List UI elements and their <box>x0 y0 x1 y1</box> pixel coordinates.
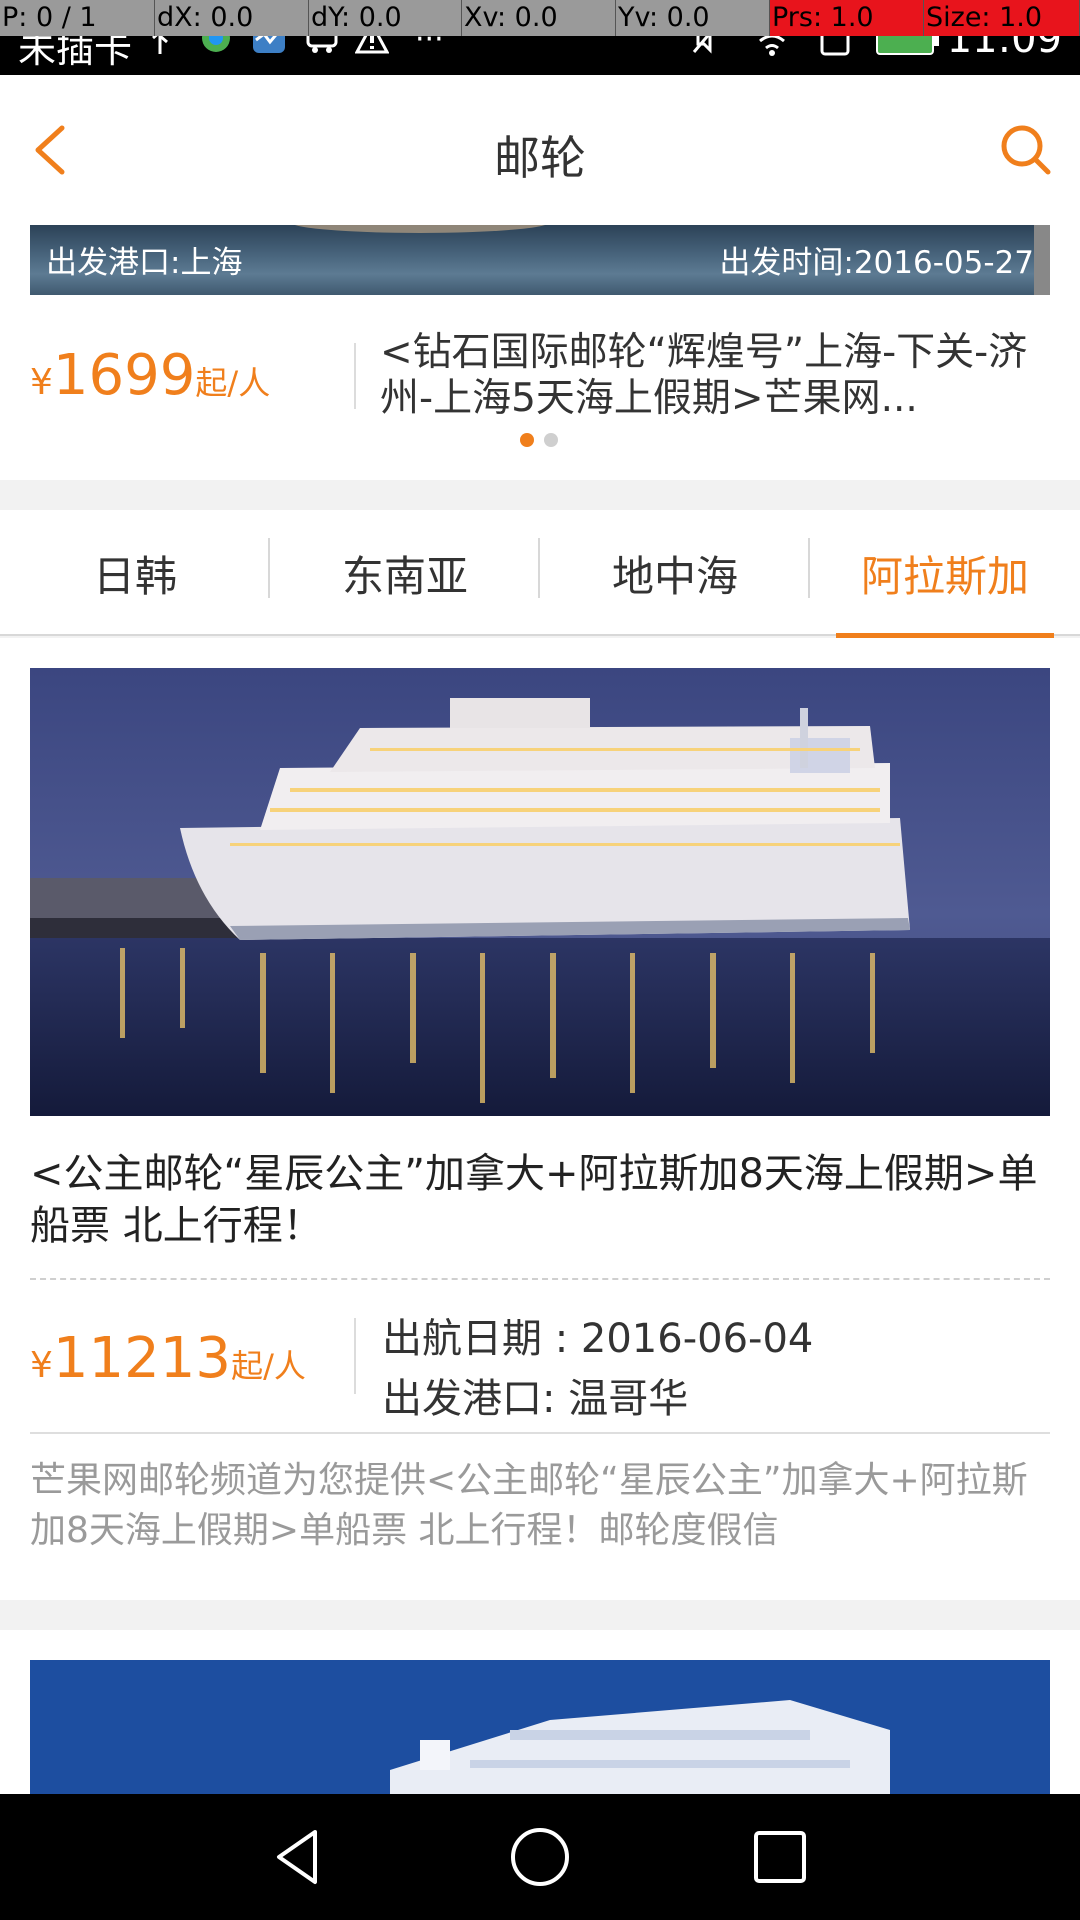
carousel-departure-date: 出发时间:2016-05-27 <box>719 245 1034 281</box>
system-nav-bar <box>0 1794 1080 1920</box>
cruise-title[interactable]: <公主邮轮“星辰公主”加拿大+阿拉斯加8天海上假期>单船票 北上行程！ <box>30 1148 1050 1252</box>
debug-pointer: P: 0 / 1 <box>0 0 155 36</box>
price-value: 1699 <box>52 343 196 408</box>
cruise-ship-photo[interactable] <box>30 668 1050 1116</box>
divider <box>354 1318 356 1394</box>
pointer-debug-bar: P: 0 / 1 dX: 0.0 dY: 0.0 Xv: 0.0 Yv: 0.0… <box>0 0 1080 36</box>
region-tabs: 日韩 东南亚 地中海 阿拉斯加 <box>0 510 1080 638</box>
search-button[interactable] <box>996 120 1056 180</box>
top-nav-bar: 邮轮 <box>0 75 1080 225</box>
featured-carousel[interactable]: 出发港口:上海 出发时间:2016-05-27 ¥1699起/人 <钻石国际邮轮… <box>0 225 1080 480</box>
square-recents-icon <box>754 1831 806 1883</box>
currency-symbol: ¥ <box>30 1345 53 1386</box>
tab-label: 东南亚 <box>341 551 468 601</box>
tab-alaska[interactable]: 阿拉斯加 <box>810 510 1080 638</box>
carousel-image[interactable]: 出发港口:上海 出发时间:2016-05-27 <box>30 225 1050 295</box>
carousel-dot-1 <box>520 433 534 447</box>
tab-southeast-asia[interactable]: 东南亚 <box>270 510 540 636</box>
cruise-card[interactable]: <公主邮轮“星辰公主”加拿大+阿拉斯加8天海上假期>单船票 北上行程！ ¥112… <box>0 638 1080 1600</box>
debug-dy: dY: 0.0 <box>309 0 462 36</box>
nav-home-button[interactable] <box>507 1824 573 1890</box>
cruise-price: ¥11213起/人 <box>30 1326 306 1391</box>
cruise-description: 芒果网邮轮频道为您提供<公主邮轮“星辰公主”加拿大+阿拉斯加8天海上假期>单船票… <box>30 1460 1028 1551</box>
carousel-page-indicator <box>520 433 558 447</box>
tab-japan-korea[interactable]: 日韩 <box>0 510 270 636</box>
debug-pressure: Prs: 1.0 <box>770 0 924 36</box>
divider-line <box>30 1432 1050 1434</box>
tab-mediterranean[interactable]: 地中海 <box>540 510 810 636</box>
debug-yv: Yv: 0.0 <box>616 0 770 36</box>
carousel-price: ¥1699起/人 <box>30 343 270 408</box>
divider <box>354 343 356 409</box>
currency-symbol: ¥ <box>30 362 53 403</box>
status-bar: 未插卡 ··· 11:09 P: 0 / 1 dX: 0.0 dY: 0.0 X… <box>0 0 1080 75</box>
nav-recents-button[interactable] <box>747 1824 813 1890</box>
carousel-scrollbar <box>1034 225 1050 295</box>
price-value: 11213 <box>52 1326 232 1391</box>
departure-port: 出发港口: 温哥华 <box>382 1376 689 1422</box>
debug-size: Size: 1.0 <box>924 0 1080 36</box>
price-unit: 起/人 <box>195 364 271 402</box>
dashed-divider <box>30 1278 1050 1280</box>
search-icon <box>1001 125 1051 175</box>
triangle-back-icon <box>277 1830 317 1884</box>
carousel-dot-2 <box>544 433 558 447</box>
sail-date: 出航日期 : 2016-06-04 <box>382 1316 814 1362</box>
page-title: 邮轮 <box>494 131 586 185</box>
tab-label: 地中海 <box>611 551 738 601</box>
circle-home-icon <box>511 1828 569 1886</box>
tab-label: 日韩 <box>92 551 177 601</box>
carousel-title[interactable]: <钻石国际邮轮“辉煌号”上海-下关-济州-上海5天海上假期>芒果网... <box>380 330 1050 422</box>
price-unit: 起/人 <box>231 1347 306 1385</box>
tab-label: 阿拉斯加 <box>860 551 1029 601</box>
carousel-departure-port: 出发港口:上海 <box>46 245 243 281</box>
debug-dx: dX: 0.0 <box>155 0 309 36</box>
nav-back-button[interactable] <box>265 1824 331 1890</box>
debug-xv: Xv: 0.0 <box>462 0 616 36</box>
